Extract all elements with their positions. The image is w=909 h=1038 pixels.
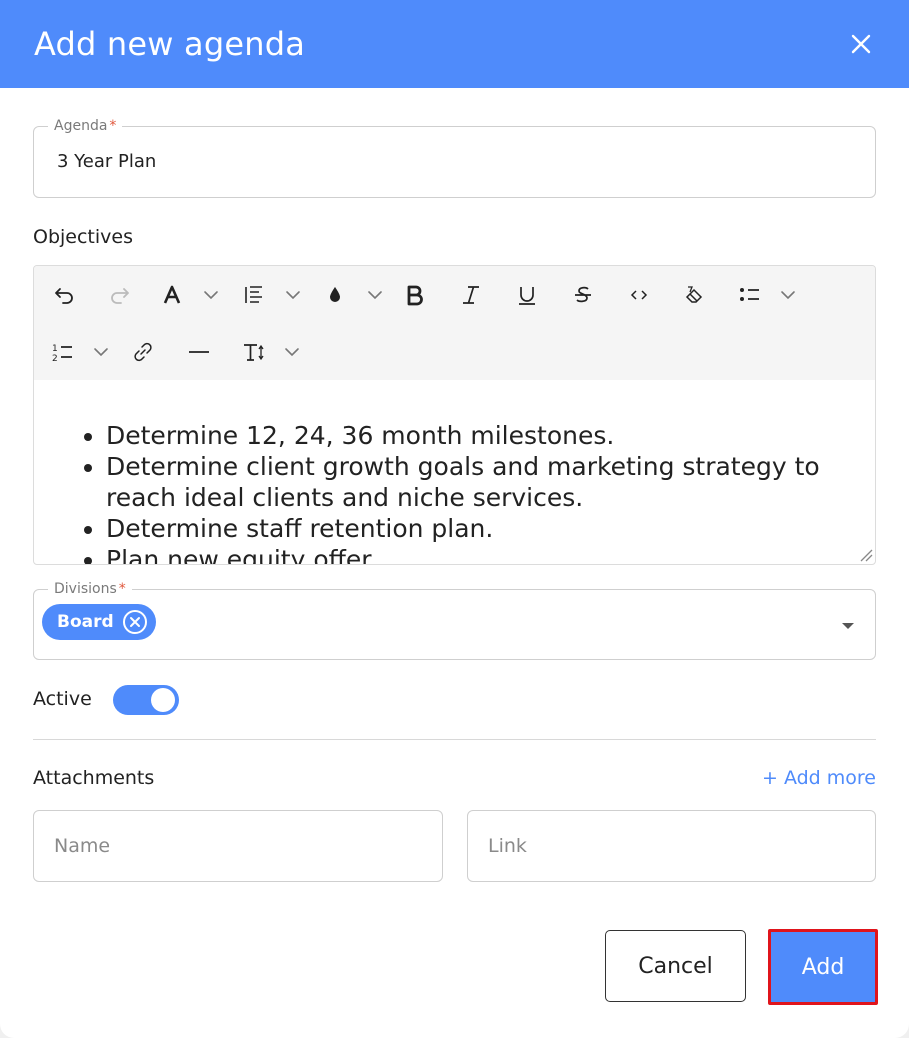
highlight-button[interactable]: [324, 280, 386, 310]
attachment-name-input[interactable]: [33, 810, 443, 882]
dialog-header: Add new agenda: [0, 0, 909, 88]
horizontal-rule-icon: [189, 351, 209, 353]
code-icon: [630, 290, 648, 300]
agenda-input-value[interactable]: 3 Year Plan: [57, 151, 156, 172]
link-button[interactable]: [129, 337, 157, 367]
list-item: Plan new equity offer.: [106, 544, 846, 564]
objectives-editor[interactable]: 1 2 • Determine 12, 24, 36 month milesto…: [33, 265, 876, 565]
redo-button[interactable]: [106, 280, 134, 310]
horizontal-rule-button[interactable]: [185, 337, 213, 367]
required-mark: *: [118, 581, 126, 597]
cancel-button[interactable]: Cancel: [605, 930, 746, 1002]
bullet-list-icon: [740, 288, 795, 301]
bold-icon: [407, 285, 423, 306]
italic-icon: [463, 286, 479, 304]
attachments-label: Attachments: [33, 767, 155, 789]
numbered-list-icon: 1 2: [52, 344, 108, 363]
svg-text:2: 2: [52, 354, 58, 363]
underline-icon: [519, 287, 535, 305]
bullet-list-button[interactable]: [737, 280, 799, 310]
divider: [33, 739, 876, 740]
add-button[interactable]: Add: [768, 929, 878, 1005]
attachment-link-input[interactable]: [467, 810, 876, 882]
chip-remove-button[interactable]: [122, 609, 148, 635]
code-button[interactable]: [625, 280, 653, 310]
resize-handle-icon[interactable]: [857, 546, 873, 562]
toggle-knob: [151, 688, 175, 712]
close-button[interactable]: [847, 30, 875, 58]
undo-button[interactable]: [50, 280, 78, 310]
font-size-icon: [244, 344, 299, 361]
list-item: Determine 12, 24, 36 month milestones.: [106, 420, 846, 451]
chip-label: Board: [57, 612, 114, 632]
italic-button[interactable]: [457, 280, 485, 310]
undo-icon: [55, 288, 73, 304]
agenda-legend: Agenda *: [48, 117, 123, 135]
agenda-field[interactable]: Agenda * 3 Year Plan: [33, 117, 876, 198]
add-agenda-dialog: Add new agenda Agenda * 3 Year Plan Objec…: [0, 0, 909, 1038]
active-toggle[interactable]: [113, 685, 179, 715]
dropdown-arrow-icon[interactable]: [841, 622, 855, 630]
objectives-list: Determine 12, 24, 36 month milestones. D…: [106, 420, 846, 564]
editor-content[interactable]: Determine 12, 24, 36 month milestones. D…: [34, 380, 875, 564]
font-color-button[interactable]: [160, 280, 222, 310]
underline-button[interactable]: [513, 280, 541, 310]
strikethrough-button[interactable]: [569, 280, 597, 310]
font-color-icon: [163, 285, 218, 304]
editor-toolbar: 1 2: [34, 266, 875, 380]
highlight-icon: [330, 287, 382, 302]
divisions-label: Divisions: [54, 581, 117, 597]
remove-circle-icon: [122, 610, 147, 634]
required-mark: *: [109, 118, 117, 134]
clear-format-icon: [685, 286, 703, 303]
font-size-button[interactable]: [241, 337, 303, 367]
numbered-list-button[interactable]: 1 2: [50, 337, 112, 367]
divisions-legend: Divisions *: [48, 580, 132, 598]
list-item: Determine staff retention plan.: [106, 513, 846, 544]
objectives-label: Objectives: [33, 226, 133, 248]
redo-icon: [111, 288, 129, 304]
line-height-icon: [245, 286, 300, 303]
svg-text:1: 1: [52, 344, 58, 354]
link-icon: [134, 342, 152, 362]
bold-button[interactable]: [401, 280, 429, 310]
line-height-button[interactable]: [242, 280, 304, 310]
divisions-field[interactable]: Divisions * Board: [33, 580, 876, 660]
agenda-label: Agenda: [54, 118, 108, 134]
strikethrough-icon: [575, 286, 591, 303]
dialog-title: Add new agenda: [34, 25, 306, 63]
close-icon: [851, 34, 871, 54]
list-item: Determine client growth goals and market…: [106, 451, 846, 513]
active-label: Active: [33, 688, 92, 710]
clear-format-button[interactable]: [681, 280, 709, 310]
division-chip-board[interactable]: Board: [42, 604, 156, 640]
add-more-link[interactable]: + Add more: [762, 767, 876, 789]
